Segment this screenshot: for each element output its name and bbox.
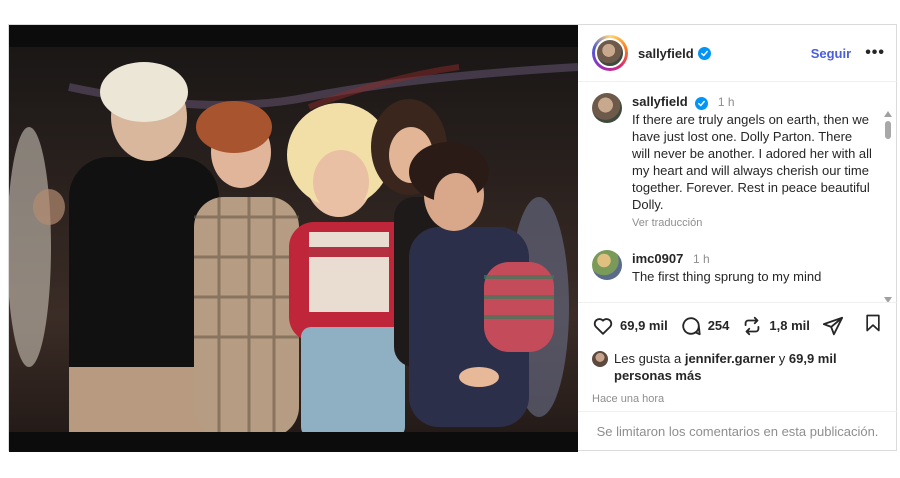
liked-by-prefix: Les gusta a [614, 351, 685, 366]
verified-badge-icon [697, 46, 711, 60]
repost-icon [745, 316, 760, 335]
caption-item: sallyfield 1 h If there are truly angels… [578, 83, 897, 232]
post-timestamp[interactable]: Hace una hora [592, 393, 664, 405]
liked-by-text: Les gusta a jennifer.garner y 69,9 mil p… [614, 350, 837, 384]
follow-button[interactable]: Seguir [811, 46, 851, 61]
scroll-thumb[interactable] [885, 121, 891, 139]
caption-username[interactable]: sallyfield [632, 94, 688, 109]
liked-by-avatar[interactable] [592, 351, 608, 367]
action-bar: 69,9 mil 254 1,8 mil [578, 302, 897, 348]
author-username[interactable]: sallyfield [638, 46, 694, 61]
liked-by-user[interactable]: jennifer.garner [685, 351, 775, 366]
scroll-up-icon[interactable] [884, 111, 892, 117]
comment-text: The first thing sprung to my mind [632, 269, 822, 284]
group-photo-illustration [9, 62, 578, 432]
bookmark-icon [866, 314, 880, 332]
save-button[interactable] [863, 313, 883, 338]
caption-text: If there are truly angels on earth, then… [632, 112, 872, 212]
like-button[interactable]: 69,9 mil [592, 315, 668, 337]
heart-icon [593, 317, 613, 335]
caption-body: sallyfield 1 h If there are truly angels… [632, 93, 872, 232]
caption-time[interactable]: 1 h [718, 95, 735, 109]
author-avatar-ring[interactable] [592, 35, 628, 71]
comment-time[interactable]: 1 h [693, 252, 710, 266]
comment-button[interactable]: 254 [680, 315, 730, 337]
comment-bubble-icon [682, 316, 701, 335]
share-button[interactable] [822, 315, 844, 337]
comments-scrollbar[interactable] [883, 111, 893, 303]
like-count[interactable]: 69,9 mil [620, 318, 668, 333]
caption-avatar[interactable] [592, 93, 622, 123]
comment-count[interactable]: 254 [708, 318, 730, 333]
more-options-icon[interactable]: ••• [865, 45, 885, 61]
liked-by-middle: y [775, 351, 789, 366]
comment-avatar[interactable] [592, 250, 622, 280]
comments-list[interactable]: sallyfield 1 h If there are truly angels… [578, 83, 897, 301]
repost-count[interactable]: 1,8 mil [769, 318, 809, 333]
liked-by-summary: Les gusta a jennifer.garner y 69,9 mil p… [592, 350, 882, 384]
post-header: sallyfield Seguir ••• [578, 25, 897, 82]
author-avatar[interactable] [595, 38, 625, 68]
repost-button[interactable]: 1,8 mil [741, 315, 810, 337]
post-media[interactable] [9, 25, 578, 452]
post-sidebar: sallyfield Seguir ••• sallyfield 1 h If … [578, 25, 897, 450]
comment-body: imc0907 1 h The first thing sprung to my… [632, 250, 872, 285]
comment-username[interactable]: imc0907 [632, 251, 683, 266]
post-photo [9, 47, 578, 432]
comments-limited-notice: Se limitaron los comentarios en esta pub… [578, 411, 897, 451]
liked-by-count[interactable]: 69,9 mil [789, 351, 837, 366]
liked-by-suffix[interactable]: personas más [614, 368, 701, 383]
comment-item: imc0907 1 h The first thing sprung to my… [578, 232, 897, 285]
share-paper-plane-icon [822, 316, 843, 335]
instagram-post: sallyfield Seguir ••• sallyfield 1 h If … [8, 24, 897, 452]
translate-link[interactable]: Ver traducción [632, 215, 872, 232]
verified-badge-icon [695, 97, 709, 110]
